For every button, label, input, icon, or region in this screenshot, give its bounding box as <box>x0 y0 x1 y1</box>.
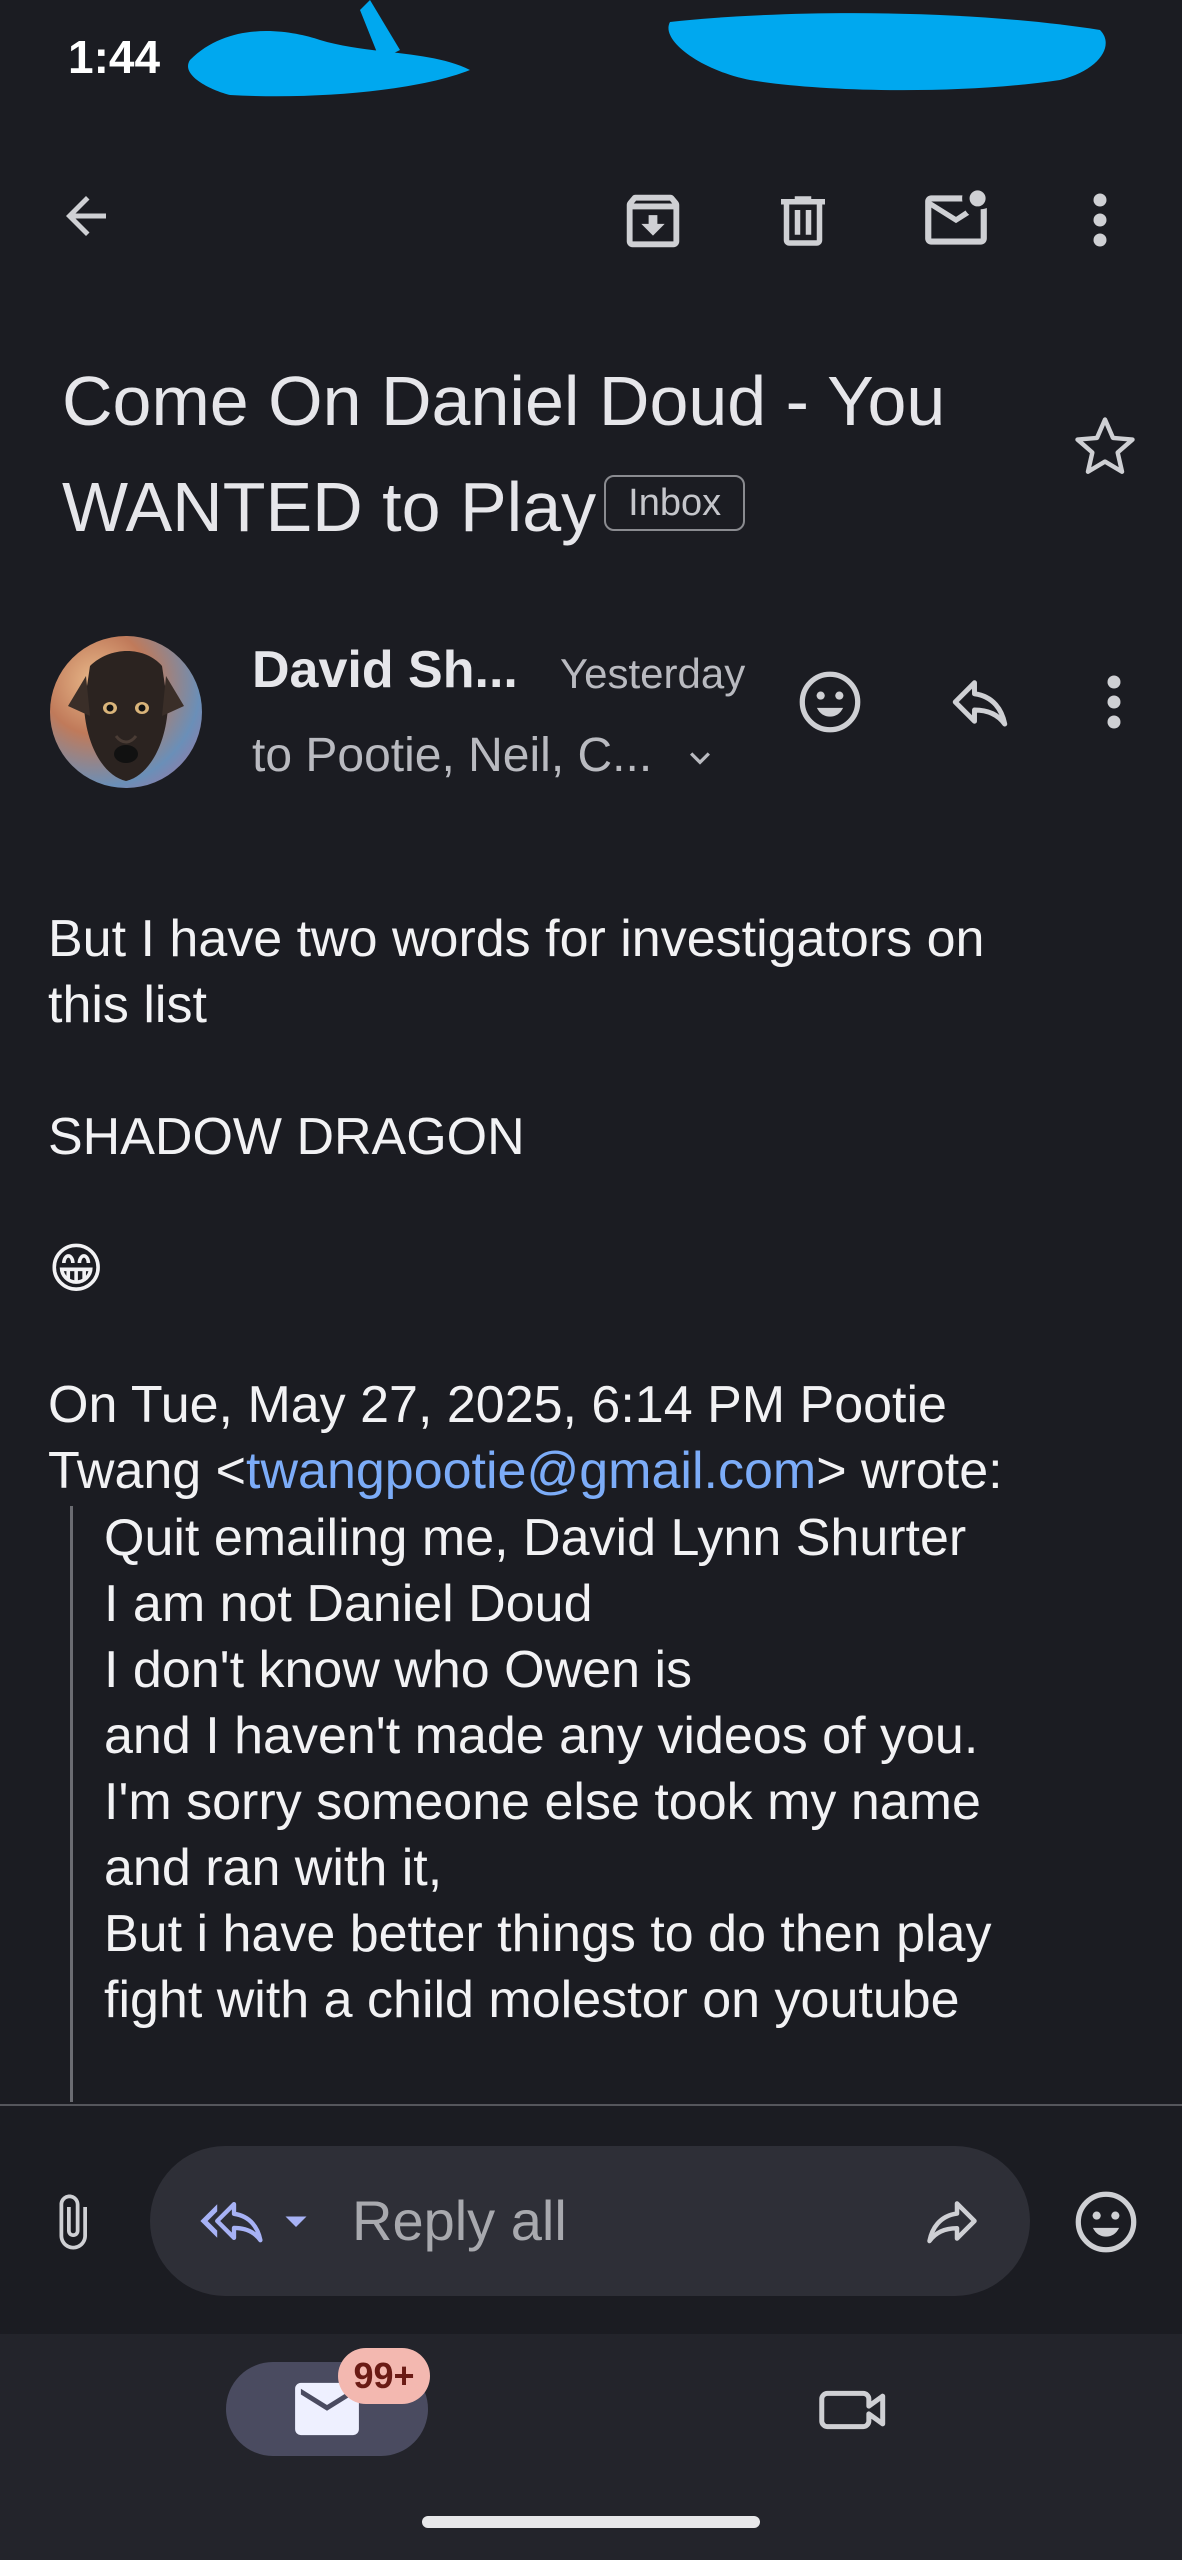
quote-header-prefix: Twang < <box>48 1442 247 1500</box>
quoted-line: and I haven't made any videos of you. <box>104 1707 979 1765</box>
nav-meet-tab[interactable] <box>810 2370 900 2450</box>
chevron-down-icon <box>689 752 710 765</box>
dog-avatar-image <box>68 651 184 781</box>
more-vert-icon <box>1093 193 1107 247</box>
sent-date: Yesterday <box>560 650 746 697</box>
subject-title: Come On Daniel Doud - You WANTED to Play <box>62 362 946 546</box>
reply-button[interactable] <box>940 662 1020 742</box>
star-icon <box>1075 417 1135 474</box>
status-time: 1:44 <box>68 31 161 83</box>
quoted-line: Quit emailing me, David Lynn Shurter <box>104 1509 967 1567</box>
attach-icon <box>59 2194 87 2250</box>
divider <box>0 2104 1182 2106</box>
reply-all-icon <box>200 2202 263 2243</box>
inbox-label-chip[interactable]: Inbox <box>604 474 746 531</box>
quoted-message: Quit emailing me, David Lynn Shurter I a… <box>104 1505 1144 2033</box>
back-arrow-icon <box>66 196 106 236</box>
back-button[interactable] <box>50 180 122 252</box>
delete-button[interactable] <box>762 180 844 262</box>
quoted-line: fight with a child molestor on youtube <box>104 1971 960 2029</box>
sender-name[interactable]: David Sh... <box>252 640 518 700</box>
unread-count-badge: 99+ <box>338 2348 430 2404</box>
sender-email-link[interactable]: twangpootie@gmail.com <box>246 1442 816 1500</box>
emoji-icon <box>1075 2191 1137 2253</box>
delete-icon <box>781 196 825 246</box>
quoted-line: But i have better things to do then play <box>104 1905 992 1963</box>
add-reaction-button[interactable] <box>790 662 870 742</box>
redaction-scribble-left <box>188 0 470 97</box>
quoted-line: and ran with it, <box>104 1839 443 1897</box>
more-vert-icon <box>1107 675 1121 729</box>
quote-header: On Tue, May 27, 2025, 6:14 PM Pootie <box>48 1376 947 1434</box>
body-line: But I have two words for investigators o… <box>48 910 985 968</box>
quoted-line: I don't know who Owen is <box>104 1641 692 1699</box>
reply-all-placeholder: Reply all <box>352 2189 567 2252</box>
more-options-button[interactable] <box>1080 180 1120 260</box>
emoji-button[interactable] <box>1066 2182 1146 2262</box>
email-subject: Come On Daniel Doud - You WANTED to Play… <box>62 348 1042 560</box>
quoted-line: I am not Daniel Doud <box>104 1575 593 1633</box>
archive-icon <box>626 194 680 248</box>
mark-unread-icon <box>925 190 987 245</box>
message-more-button[interactable] <box>1094 662 1134 742</box>
body-line: this list <box>48 976 207 1034</box>
reply-mode-selector[interactable] <box>186 2186 326 2256</box>
body-line: SHADOW DRAGON <box>48 1108 525 1166</box>
grinning-emoji: 😁 <box>48 1239 105 1299</box>
quote-header-suffix: > wrote: <box>816 1442 1003 1500</box>
quote-header: Twang <twangpootie@gmail.com> wrote: <box>48 1438 1003 1504</box>
recipients-summary[interactable]: to Pootie, Neil, C... <box>252 728 720 783</box>
quote-bar <box>70 1506 73 2102</box>
attach-button[interactable] <box>36 2182 108 2262</box>
avatar[interactable] <box>50 636 202 788</box>
forward-button[interactable] <box>912 2184 992 2258</box>
emoji-react-icon <box>799 671 861 733</box>
dropdown-icon <box>285 2216 307 2227</box>
forward-icon <box>927 2201 977 2244</box>
redaction-scribble-right <box>668 13 1106 91</box>
archive-button[interactable] <box>612 180 694 262</box>
star-button[interactable] <box>1066 408 1144 486</box>
quoted-line: I'm sorry someone else took my name <box>104 1773 981 1831</box>
mark-unread-button[interactable] <box>912 176 1000 264</box>
video-icon <box>819 2390 886 2430</box>
home-indicator[interactable] <box>422 2516 760 2528</box>
recipients-text: to Pootie, Neil, C... <box>252 729 653 782</box>
reply-icon <box>952 680 1008 727</box>
